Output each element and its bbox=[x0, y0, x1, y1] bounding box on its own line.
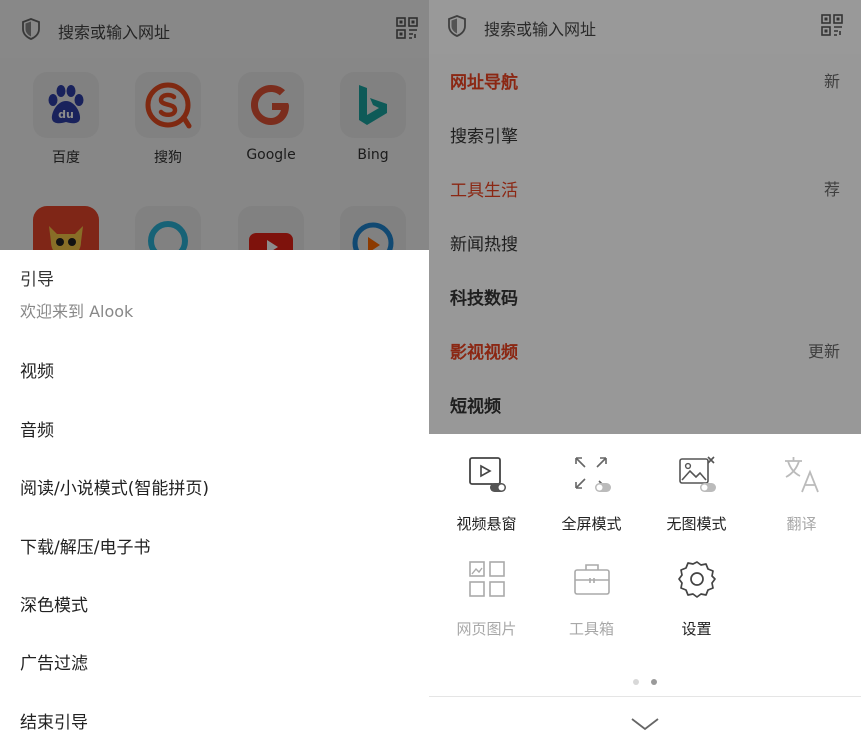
page-dot[interactable] bbox=[633, 679, 639, 685]
divider bbox=[429, 696, 861, 697]
toolbox-button[interactable]: 工具箱 bbox=[539, 559, 644, 639]
toolbox-icon bbox=[573, 564, 610, 595]
translate-button[interactable]: 翻译 bbox=[749, 454, 854, 534]
dim-overlay[interactable] bbox=[0, 0, 429, 250]
page-indicator bbox=[429, 670, 861, 689]
tool-label: 全屏模式 bbox=[561, 515, 622, 533]
tool-label: 网页图片 bbox=[456, 620, 517, 638]
tools-sheet: 视频悬窗 全屏模式 无图模式 翻译 网页图片 工具箱 设置 bbox=[429, 434, 861, 751]
fullscreen-icon bbox=[574, 457, 611, 492]
fullscreen-toggle[interactable]: 全屏模式 bbox=[539, 454, 644, 534]
web-images-icon bbox=[468, 561, 505, 597]
translate-icon bbox=[784, 457, 819, 493]
guide-item-end-guide[interactable]: 结束引导 bbox=[20, 708, 88, 733]
guide-item-dark-mode[interactable]: 深色模式 bbox=[20, 591, 88, 616]
guide-sheet: 引导 欢迎来到 Alook 视频 音频 阅读/小说模式(智能拼页) 下载/解压/… bbox=[0, 250, 429, 751]
tool-label: 工具箱 bbox=[568, 620, 614, 638]
tool-label: 无图模式 bbox=[666, 515, 727, 533]
video-float-icon bbox=[468, 457, 506, 492]
tool-label: 设置 bbox=[681, 620, 712, 638]
chevron-down-icon[interactable] bbox=[630, 716, 660, 732]
guide-item-audio[interactable]: 音频 bbox=[20, 416, 54, 441]
no-image-toggle[interactable]: 无图模式 bbox=[644, 454, 749, 534]
no-image-icon bbox=[678, 456, 716, 492]
web-images-button[interactable]: 网页图片 bbox=[434, 559, 539, 639]
settings-button[interactable]: 设置 bbox=[644, 559, 749, 639]
guide-item-ad-filter[interactable]: 广告过滤 bbox=[20, 649, 88, 674]
gear-icon bbox=[677, 561, 716, 598]
right-screen: 搜索或输入网址 网址导航 新 搜索引擎 工具生活 荐 新闻热搜 科技数码 影视视… bbox=[429, 0, 861, 751]
tool-label: 翻译 bbox=[786, 515, 817, 533]
left-screen: 搜索或输入网址 du 百度 搜狗 Google Bing 引导 欢迎来到 Alo… bbox=[0, 0, 429, 751]
video-float-toggle[interactable]: 视频悬窗 bbox=[434, 454, 539, 534]
dim-overlay[interactable] bbox=[429, 0, 861, 434]
guide-item-video[interactable]: 视频 bbox=[20, 357, 54, 382]
guide-item-downloads[interactable]: 下载/解压/电子书 bbox=[20, 533, 150, 558]
guide-title: 引导 bbox=[20, 270, 54, 290]
tool-label: 视频悬窗 bbox=[456, 515, 517, 533]
page-dot-active[interactable] bbox=[651, 679, 657, 685]
guide-subtitle: 欢迎来到 Alook bbox=[20, 302, 134, 321]
guide-item-reader-mode[interactable]: 阅读/小说模式(智能拼页) bbox=[20, 474, 209, 499]
